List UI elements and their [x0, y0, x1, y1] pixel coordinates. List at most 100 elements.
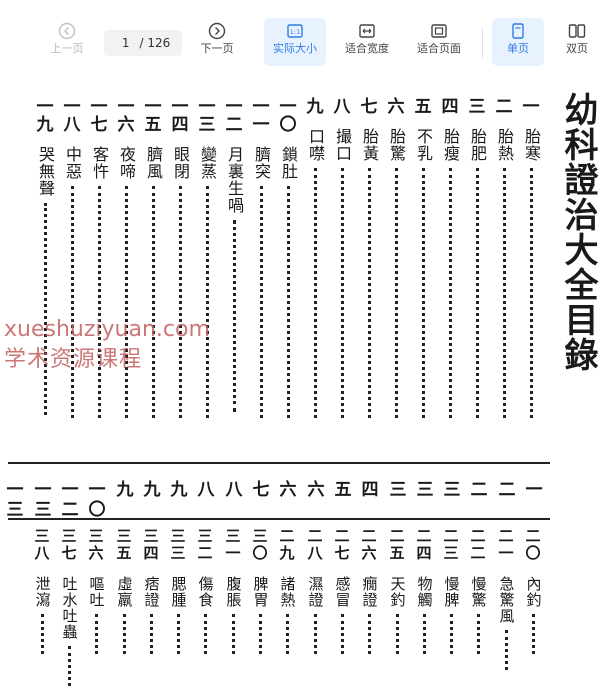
toc-entry: 三〇 脾胃 — [249, 528, 271, 654]
toc-entry-title: 天釣 — [388, 576, 407, 608]
toc-entry: 二九 諸熱 — [276, 528, 298, 654]
toc-entry-title: 虛羸 — [115, 576, 134, 608]
toc-entry-number: 二一 — [498, 527, 514, 562]
toc-entry-title: 吐水吐蟲 — [60, 576, 79, 640]
toc-entry-title: 哭無聲 — [36, 146, 55, 197]
leader-dots — [40, 614, 44, 654]
toc-entry-number: 一七 — [90, 97, 108, 135]
toc-entry-number: 一三 — [198, 97, 216, 135]
leader-dots — [286, 186, 290, 418]
toc-entry: 三六 嘔吐 — [85, 528, 107, 654]
leader-dots — [340, 614, 344, 654]
actual-size-icon: 1:1 — [287, 24, 303, 38]
fit-width-icon — [359, 24, 375, 38]
leader-dots — [259, 186, 263, 418]
toc-page-number: 三 — [416, 480, 434, 500]
toc-entry-title: 胎黃 — [360, 128, 379, 162]
actual-size-button[interactable]: 1:1 实际大小 — [264, 18, 326, 66]
toc-entry: 二四 物觸 — [413, 528, 435, 654]
toc-entry: 九口噤 — [304, 98, 326, 418]
toc-page-number: 一 — [525, 480, 543, 500]
leader-dots — [149, 614, 153, 654]
toc-entry: 五不乳 — [412, 98, 434, 418]
toc-divider-rule — [8, 462, 550, 464]
page-current-input[interactable]: 1 — [116, 30, 136, 56]
toc-entry-title: 胎瘦 — [441, 128, 460, 162]
toc-divider-rule-lower — [8, 518, 550, 520]
document-page: 幼科證治大全目錄 一胎寒二胎熱三胎肥四胎瘦五不乳六胎驚七胎黃八撮口九口噤 一〇 鎖肚… — [0, 72, 602, 686]
toc-page-number: 二 — [498, 480, 516, 500]
toc-entry-title: 諸熱 — [278, 576, 297, 608]
double-page-button[interactable]: 双页 — [552, 18, 602, 66]
toc-entry-number: 二六 — [361, 527, 377, 562]
toc-entry-title: 濕證 — [306, 576, 325, 608]
actual-size-label: 实际大小 — [273, 42, 317, 55]
toc-entry-number: 二〇 — [525, 527, 541, 562]
toc-entry: 一胎寒 — [520, 98, 542, 418]
toc-entry-number: 一二 — [225, 97, 243, 135]
toc-entry: 七胎黃 — [358, 98, 380, 418]
leader-dots — [232, 220, 236, 412]
single-page-button[interactable]: 单页 — [492, 18, 544, 66]
toc-entry-title: 感冒 — [333, 576, 352, 608]
toc-entry-number: 一四 — [171, 97, 189, 135]
toc-entry: 三胎肥 — [466, 98, 488, 418]
svg-text:1:1: 1:1 — [290, 28, 300, 36]
leader-dots — [449, 614, 453, 654]
toc-entry: 一一 臍突 — [250, 98, 272, 418]
next-page-button[interactable]: 下一页 — [186, 18, 248, 66]
toc-entry-title: 臍風 — [144, 146, 163, 180]
toc-entry-title: 內釣 — [524, 576, 543, 608]
toc-entry-number: 二二 — [470, 527, 486, 562]
leader-dots — [124, 186, 128, 418]
toc-entry-number: 一一 — [252, 97, 270, 135]
next-page-label: 下一页 — [200, 42, 234, 55]
toc-entry-title: 慢驚 — [469, 576, 488, 608]
toc-entry-number: 三八 — [34, 527, 50, 562]
watermark-text: 学术资源课程 — [4, 347, 143, 372]
toc-entry-number: 五 — [414, 97, 432, 117]
fit-page-icon — [431, 24, 447, 38]
toc-entry-number: 一 — [522, 97, 540, 117]
toc-entry-number: 一五 — [144, 97, 162, 135]
toc-entry-title: 撮口 — [333, 128, 352, 162]
leader-dots — [395, 614, 399, 654]
toc-entry-number: 一六 — [117, 97, 135, 135]
leader-dots — [151, 186, 155, 418]
toc-entry-title: 嘔吐 — [87, 576, 106, 608]
page-indicator[interactable]: 1 / 126 — [104, 30, 182, 56]
fit-width-button[interactable]: 适合宽度 — [336, 18, 398, 66]
toc-page-number: 六 — [279, 480, 297, 500]
toc-entry-number: 一九 — [36, 97, 54, 135]
toc-entry-number: 二四 — [416, 527, 432, 562]
reader-toolbar: 上一页 1 / 126 下一页 1:1 实际大小 适合宽度 适合页面 单页 双页 — [0, 0, 602, 72]
toc-page-number: 三 — [443, 480, 461, 500]
toc-entry: 二胎熱 — [493, 98, 515, 418]
toc-entry-title: 中惡 — [63, 146, 82, 180]
watermark: xueshuziyuan.com 学术资源课程 — [4, 315, 210, 375]
fit-page-button[interactable]: 适合页面 — [408, 18, 470, 66]
toc-entry-number: 七 — [360, 97, 378, 117]
toc-entry: 二一 急驚風 — [495, 528, 517, 670]
toc-page-number: 一三 — [6, 480, 24, 520]
toc-entry-title: 癇證 — [360, 576, 379, 608]
toc-page-number: 九 — [170, 480, 188, 500]
toc-entry-title: 急驚風 — [497, 576, 516, 624]
toc-entry-title: 傷食 — [196, 576, 215, 608]
leader-dots — [122, 614, 126, 654]
leader-dots — [529, 168, 533, 418]
toc-entry: 二二 慢驚 — [467, 528, 489, 654]
leader-dots — [176, 614, 180, 654]
toc-entry-number: 三〇 — [252, 527, 268, 562]
leader-dots — [422, 614, 426, 654]
toc-page-number: 八 — [197, 480, 215, 500]
toc-entry-title: 慢脾 — [442, 576, 461, 608]
toc-entry-title: 胎寒 — [522, 128, 541, 162]
leader-dots — [313, 614, 317, 654]
toc-entry-number: 三二 — [197, 527, 213, 562]
prev-page-button[interactable]: 上一页 — [36, 18, 98, 66]
toc-entry-title: 胎驚 — [387, 128, 406, 162]
toc-entry-title: 口噤 — [306, 128, 325, 162]
toc-page-number: 一〇 — [88, 480, 106, 520]
toc-entry: 六胎驚 — [385, 98, 407, 418]
